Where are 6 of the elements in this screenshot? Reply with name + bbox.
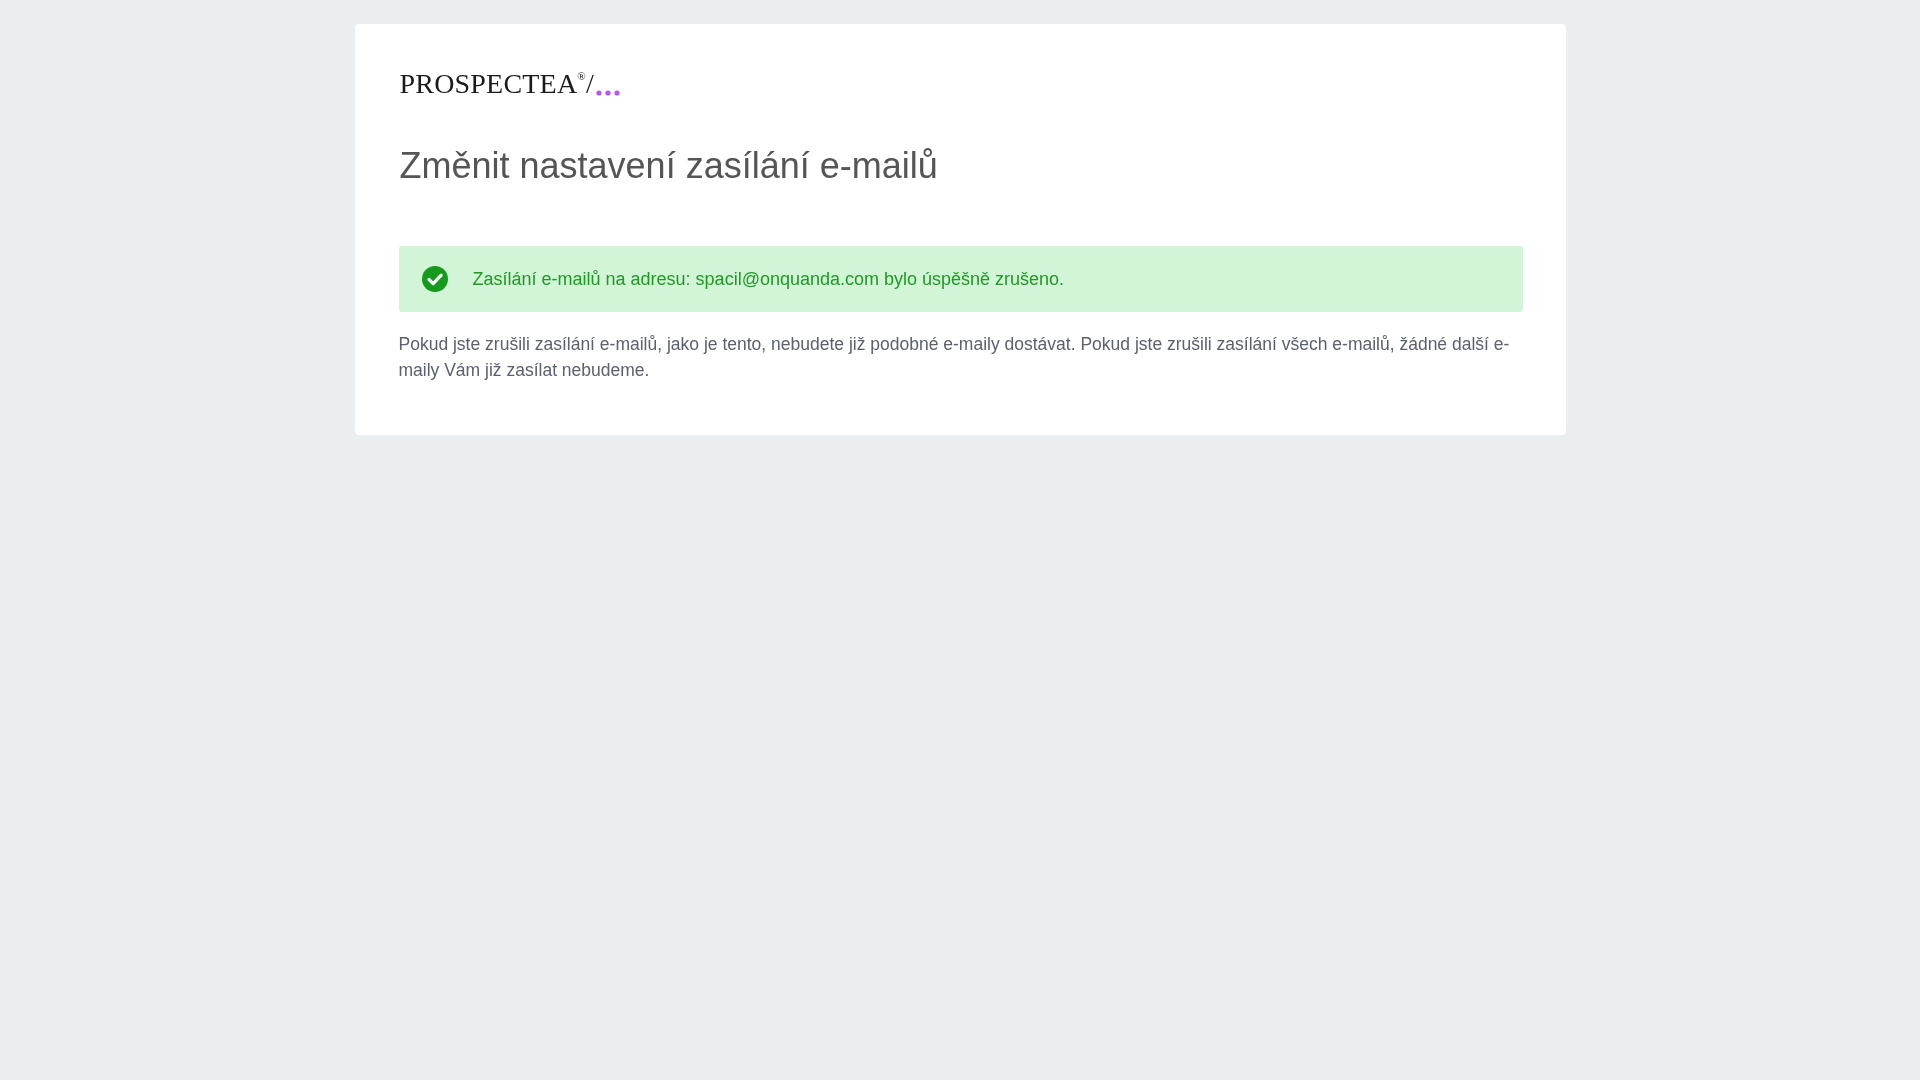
dots-icon bbox=[595, 90, 620, 96]
page-title: Změnit nastavení zasílání e-mailů bbox=[399, 144, 938, 188]
info-paragraph: Pokud jste zrušili zasílání e-mailů, jako je tento, nebudete již podobné e-maily dostávat. Pokud jste zrušili zasílání všech e-mailů, žádné další e-maily Vám již zasílat nebudeme. bbox=[398, 333, 1511, 382]
logo-text: PROSPECTEA$^{®}$/ bbox=[399, 67, 594, 101]
alert-message: Zasílání e-mailů na adresu: spacil@onquanda.com bylo úspěšně zrušeno. bbox=[472, 268, 1065, 291]
check-circle-icon bbox=[421, 266, 448, 292]
